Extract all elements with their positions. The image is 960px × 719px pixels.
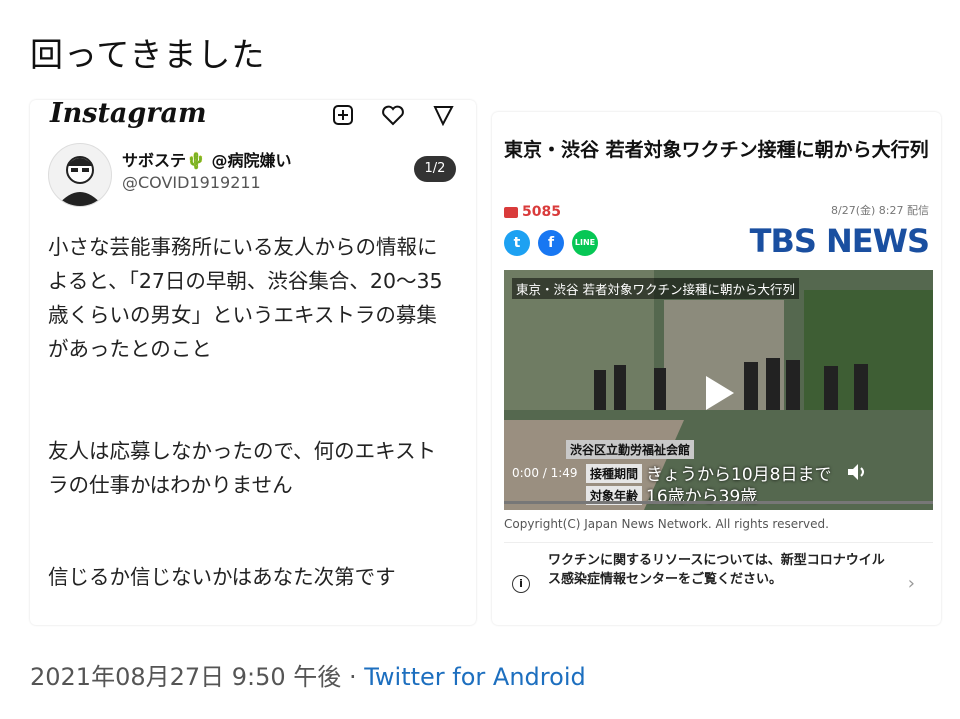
post-paragraph: 友人は応募しなかったので、何のエキストラの仕事かはわかりません <box>48 439 437 497</box>
facebook-share-icon[interactable]: f <box>538 230 564 256</box>
tweet-timestamp[interactable]: 2021年08月27日 9:50 午後 <box>30 663 341 691</box>
video-caption: 東京・渋谷 若者対象ワクチン接種に朝から大行列 <box>512 278 799 299</box>
video-location: 渋谷区立勤労福祉会館 <box>566 440 695 459</box>
meta-separator: · <box>348 663 357 691</box>
tweet-meta: 2021年08月27日 9:50 午後 · Twitter for Androi… <box>30 657 586 692</box>
send-icon <box>430 104 456 127</box>
video-progress-bar[interactable] <box>504 501 933 504</box>
instagram-logo: Instagram <box>50 100 207 129</box>
author-handle: @COVID1919211 <box>122 173 261 192</box>
author-name: サボステ🌵 @病院嫌い <box>122 151 292 170</box>
volume-icon[interactable] <box>846 462 868 486</box>
line-share-icon[interactable]: LINE <box>572 230 598 256</box>
tweet-text: 回ってきました <box>30 35 266 74</box>
video-player[interactable]: 東京・渋谷 若者対象ワクチン接種に朝から大行列 渋谷区立勤労福祉会館 0:00 … <box>504 270 933 510</box>
share-icons: t f LINE <box>504 230 598 256</box>
comment-count-value: 5085 <box>522 204 561 220</box>
attached-image-instagram[interactable]: Instagram サボステ🌵 @病院嫌い @COVID1919211 1/2 … <box>30 100 476 625</box>
page-indicator: 1/2 <box>414 156 456 182</box>
info-icon: i <box>512 575 530 593</box>
twitter-share-icon[interactable]: t <box>504 230 530 256</box>
article-date: 8/27(金) 8:27 配信 <box>831 204 929 217</box>
attached-image-news[interactable]: 東京・渋谷 若者対象ワクチン接種に朝から大行列 5085 8/27(金) 8:2… <box>492 112 941 625</box>
add-post-icon <box>330 104 356 126</box>
tweet-source-link[interactable]: Twitter for Android <box>364 663 585 691</box>
post-paragraph: 小さな芸能事務所にいる友人からの情報によると、「27日の早朝、渋谷集合、20〜3… <box>48 235 443 361</box>
comment-icon <box>504 206 518 218</box>
instagram-actions <box>330 104 456 127</box>
brand-logo: TBS NEWS <box>749 222 930 260</box>
post-paragraph: 信じるか信じないかはあなた次第です <box>48 565 396 589</box>
heart-icon <box>380 104 406 126</box>
notice-text: ワクチンに関するリソースについては、新型コロナウイルス感染症情報センターをご覧く… <box>548 553 885 587</box>
copyright: Copyright(C) Japan News Network. All rig… <box>504 517 829 531</box>
vaccine-notice[interactable]: i ワクチンに関するリソースについては、新型コロナウイルス感染症情報センターをご… <box>504 542 933 625</box>
chevron-right-icon: › <box>907 573 915 594</box>
play-icon[interactable] <box>694 370 740 416</box>
news-headline: 東京・渋谷 若者対象ワクチン接種に朝から大行列 <box>504 139 929 161</box>
period-label: 接種期間 <box>586 464 643 483</box>
video-time: 0:00 / 1:49 <box>512 466 578 480</box>
comment-count: 5085 <box>504 204 561 220</box>
avatar <box>48 143 112 207</box>
